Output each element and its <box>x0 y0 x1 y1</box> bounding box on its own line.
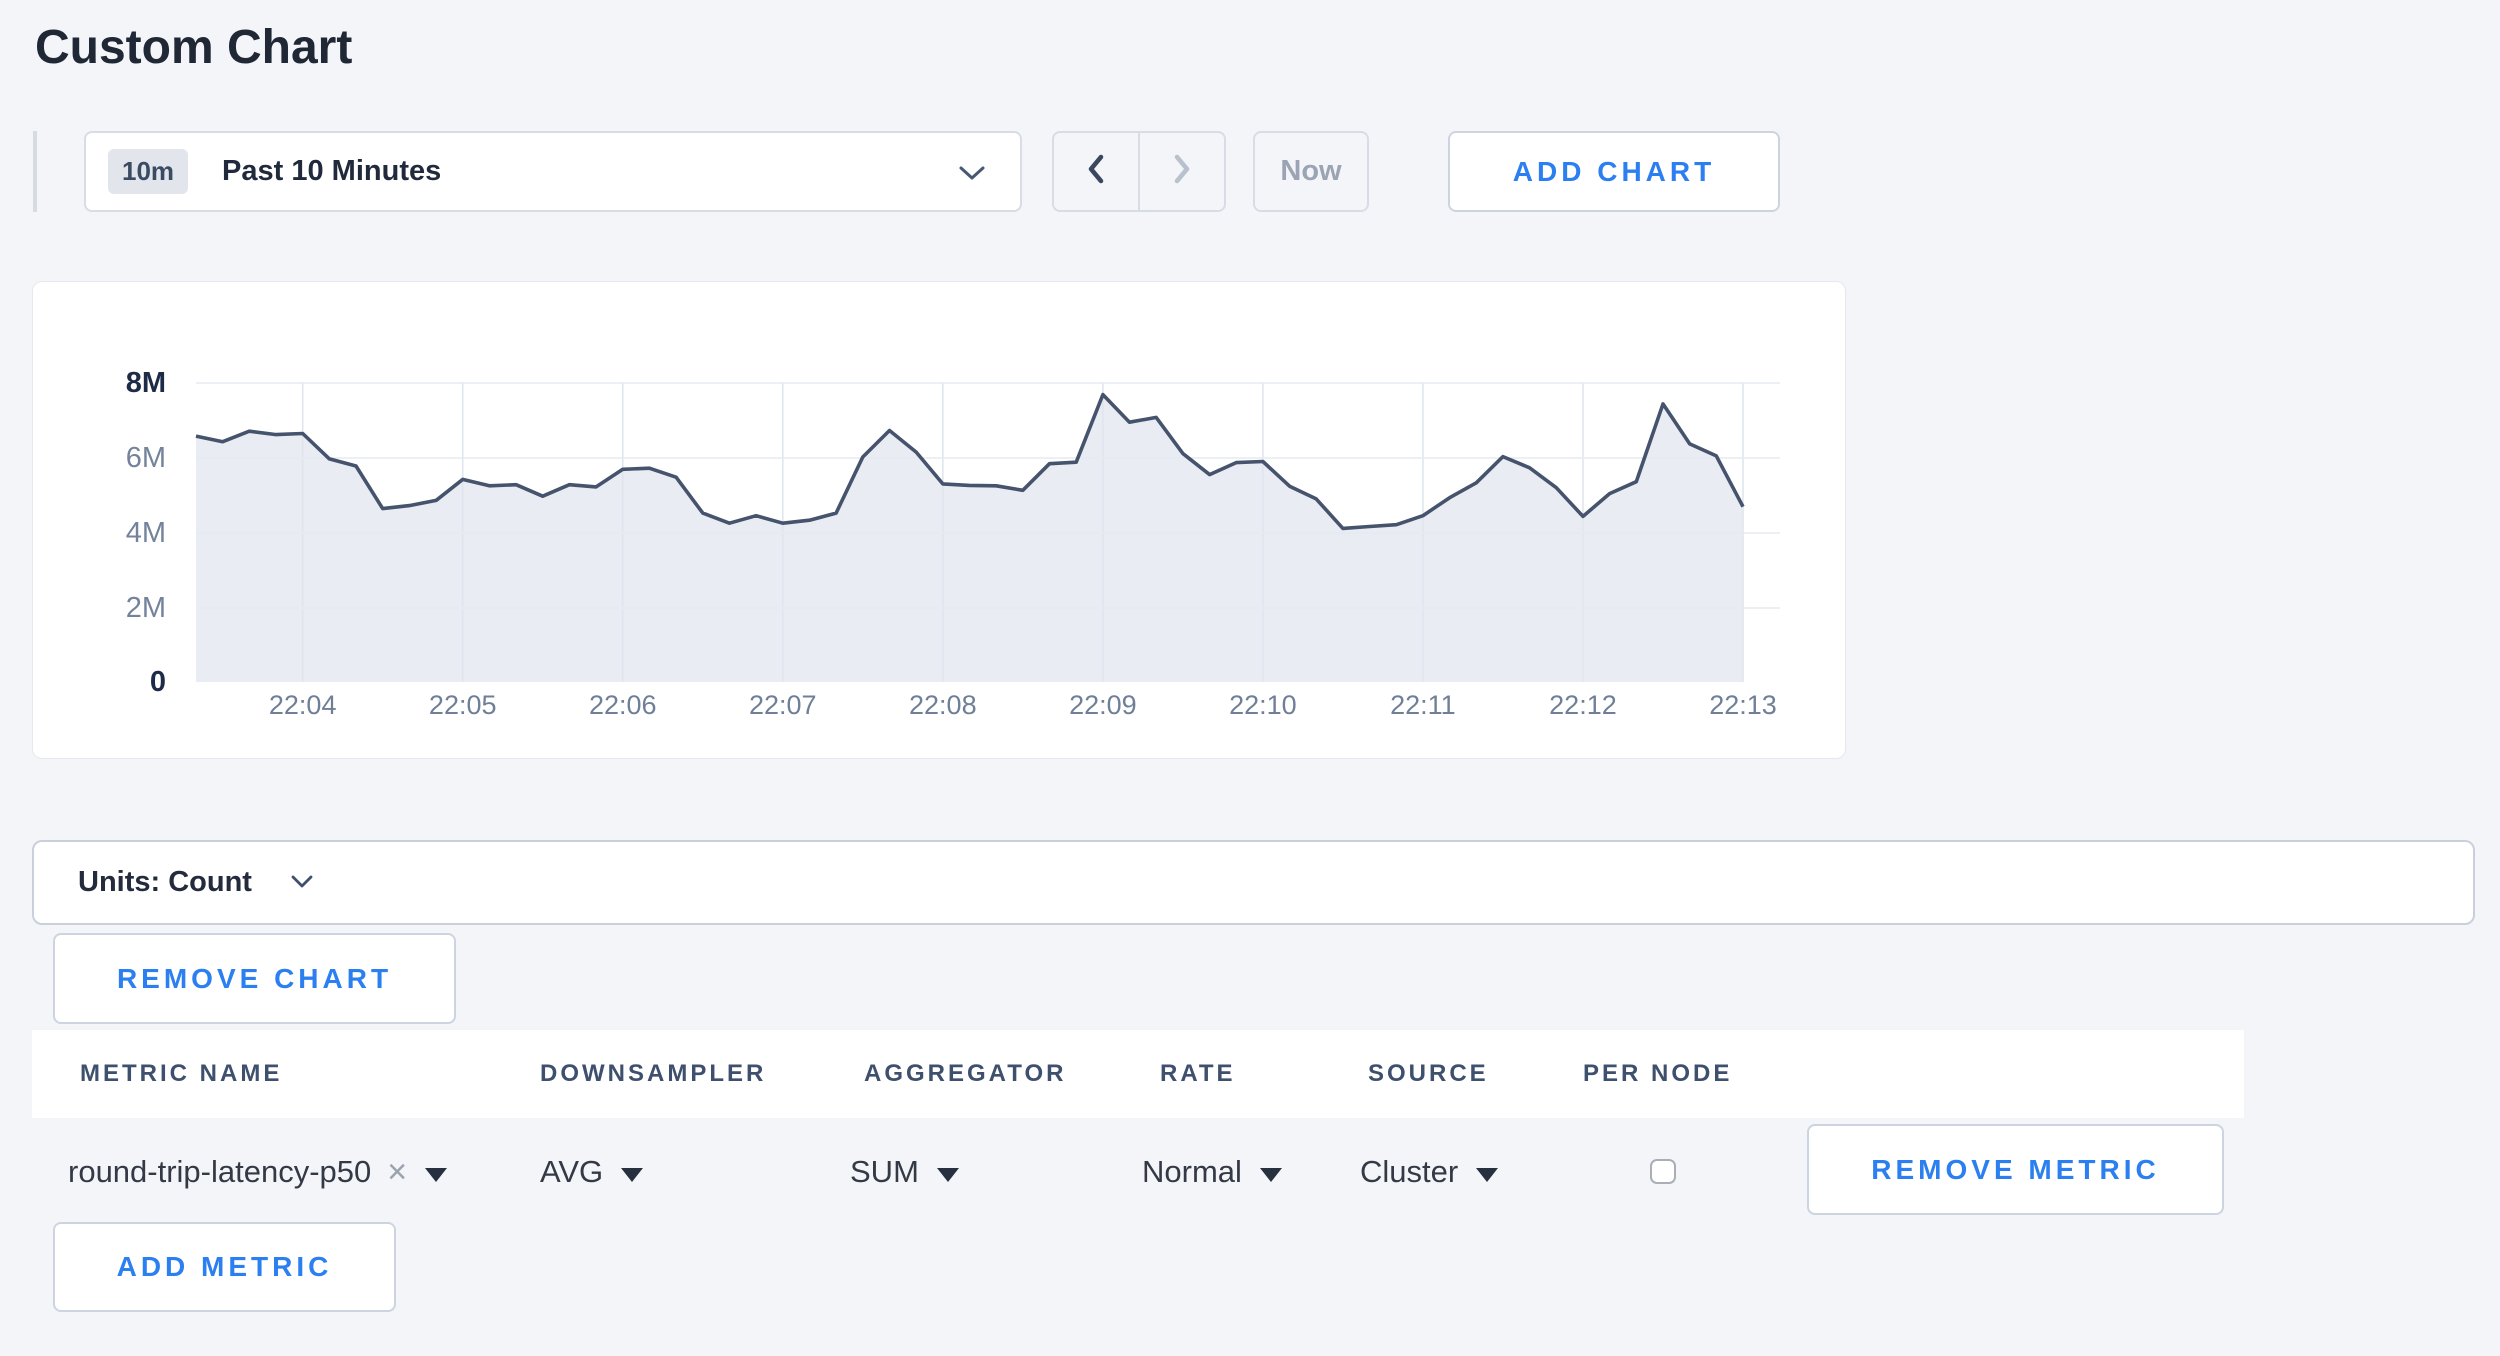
metric-name-value: round-trip-latency-p50 <box>68 1154 371 1190</box>
now-button[interactable]: Now <box>1253 131 1369 212</box>
x-axis-tick-label: 22:13 <box>1673 690 1813 721</box>
add-metric-label: ADD METRIC <box>117 1251 333 1283</box>
clear-metric-icon[interactable]: × <box>387 1157 407 1188</box>
next-time-button[interactable] <box>1140 133 1224 210</box>
x-axis-tick-label: 22:05 <box>393 690 533 721</box>
page-title: Custom Chart <box>35 20 352 75</box>
metrics-table-header: METRIC NAME DOWNSAMPLER AGGREGATOR RATE … <box>32 1030 2244 1118</box>
column-header-rate: RATE <box>1160 1030 1236 1118</box>
time-range-dropdown[interactable]: 10m Past 10 Minutes <box>84 131 1022 212</box>
y-axis-tick-label: 4M <box>63 514 166 552</box>
caret-down-icon <box>937 1168 959 1182</box>
now-button-label: Now <box>1280 155 1341 188</box>
downsampler-value: AVG <box>540 1154 603 1190</box>
x-axis-tick-label: 22:08 <box>873 690 1013 721</box>
metric-name-dropdown[interactable]: round-trip-latency-p50 × <box>68 1118 447 1226</box>
y-axis-tick-label: 8M <box>63 364 166 402</box>
column-header-metric-name: METRIC NAME <box>80 1030 282 1118</box>
downsampler-dropdown[interactable]: AVG <box>540 1118 643 1226</box>
chevron-down-icon <box>958 165 986 186</box>
x-axis-tick-label: 22:12 <box>1513 690 1653 721</box>
source-value: Cluster <box>1360 1154 1458 1190</box>
rate-value: Normal <box>1142 1154 1242 1190</box>
x-axis-tick-label: 22:10 <box>1193 690 1333 721</box>
time-range-label: Past 10 Minutes <box>222 155 441 188</box>
source-dropdown[interactable]: Cluster <box>1360 1118 1498 1226</box>
remove-metric-button[interactable]: REMOVE METRIC <box>1807 1124 2224 1215</box>
chevron-down-icon <box>290 875 314 894</box>
units-label: Units: Count <box>78 866 252 899</box>
column-header-aggregator: AGGREGATOR <box>864 1030 1066 1118</box>
rate-dropdown[interactable]: Normal <box>1142 1118 1282 1226</box>
caret-down-icon <box>621 1168 643 1182</box>
caret-down-icon <box>1260 1168 1282 1182</box>
time-range-badge: 10m <box>108 149 188 194</box>
y-axis-tick-label: 6M <box>63 439 166 477</box>
x-axis-tick-label: 22:09 <box>1033 690 1173 721</box>
caret-down-icon <box>425 1168 447 1182</box>
aggregator-value: SUM <box>850 1154 919 1190</box>
column-header-downsampler: DOWNSAMPLER <box>540 1030 766 1118</box>
time-pager <box>1052 131 1226 212</box>
column-header-per-node: PER NODE <box>1583 1030 1732 1118</box>
aggregator-dropdown[interactable]: SUM <box>850 1118 959 1226</box>
remove-chart-button[interactable]: REMOVE CHART <box>53 933 456 1024</box>
toolbar-divider <box>33 131 37 212</box>
remove-chart-label: REMOVE CHART <box>117 963 392 995</box>
add-metric-button[interactable]: ADD METRIC <box>53 1222 396 1312</box>
x-axis-tick-label: 22:04 <box>233 690 373 721</box>
x-axis-tick-label: 22:06 <box>553 690 693 721</box>
y-axis-tick-label: 2M <box>63 589 166 627</box>
x-axis-tick-label: 22:11 <box>1353 690 1493 721</box>
y-axis-tick-label: 0 <box>63 663 166 701</box>
caret-down-icon <box>1476 1168 1498 1182</box>
custom-chart-page: { "page": { "title": "Custom Chart" }, "… <box>0 0 2500 1356</box>
timeseries-plot <box>33 282 1847 760</box>
add-chart-label: ADD CHART <box>1513 156 1715 188</box>
chart-card: 8M 6M 4M 2M 0 22:04 22:05 22:06 22:07 22:08 22:09 2… <box>32 281 1846 759</box>
chevron-right-icon <box>1171 153 1193 190</box>
remove-metric-label: REMOVE METRIC <box>1871 1154 2159 1186</box>
per-node-checkbox[interactable] <box>1650 1159 1676 1184</box>
units-dropdown[interactable]: Units: Count <box>32 840 2475 925</box>
chevron-left-icon <box>1085 153 1107 190</box>
column-header-source: SOURCE <box>1368 1030 1489 1118</box>
add-chart-button[interactable]: ADD CHART <box>1448 131 1780 212</box>
x-axis-tick-label: 22:07 <box>713 690 853 721</box>
prev-time-button[interactable] <box>1054 133 1140 210</box>
